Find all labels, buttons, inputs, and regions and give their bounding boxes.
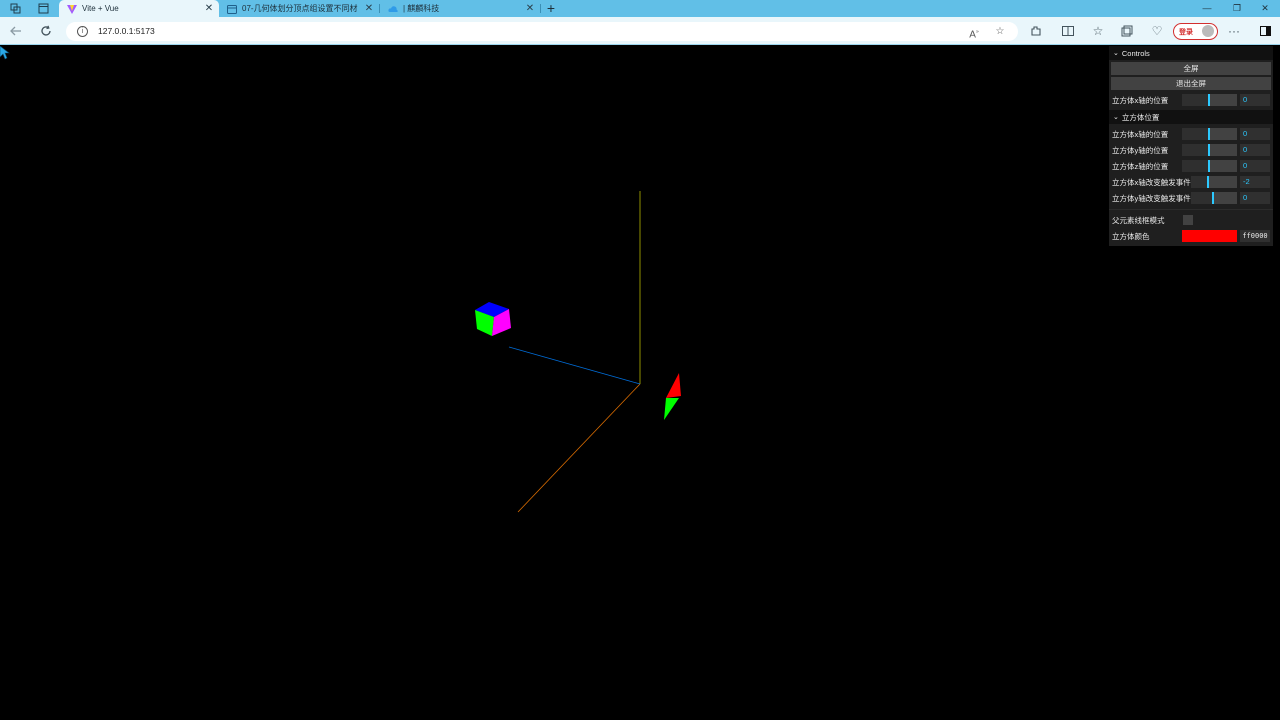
controls-title: Controls <box>1121 48 1150 58</box>
x-axis-line <box>517 383 641 513</box>
more-menu-icon[interactable]: ··· <box>1225 22 1243 40</box>
slider-knob[interactable] <box>1208 94 1210 106</box>
color-swatch[interactable] <box>1182 230 1237 242</box>
webgl-canvas[interactable] <box>0 46 1280 720</box>
cube-mesh[interactable] <box>475 302 511 336</box>
slider-fill <box>1191 192 1213 204</box>
tab-strip: Vite + Vue ✕ 07-几何体划分顶点组设置不同材 ✕ | 麒麟科技 ✕… <box>0 0 1280 17</box>
slider-knob[interactable] <box>1208 160 1210 172</box>
color-hex-input[interactable]: ff0000 <box>1240 230 1270 242</box>
rotated-cube-red-face <box>666 373 681 398</box>
position-slider[interactable] <box>1182 160 1237 172</box>
number-input[interactable]: 0 <box>1240 192 1270 204</box>
row-label: 立方体z轴的位置 <box>1112 161 1169 171</box>
back-arrow-icon[interactable] <box>7 22 25 40</box>
favorite-star-icon[interactable]: ☆ <box>993 25 1007 39</box>
refresh-icon[interactable] <box>37 22 55 40</box>
rotated-cube-green-face <box>664 398 679 420</box>
tab-close-icon[interactable]: ✕ <box>363 3 375 14</box>
controls-title-bar[interactable]: ⌄ Controls <box>1109 46 1273 60</box>
slider-knob[interactable] <box>1208 128 1210 140</box>
cube-x-event-row: 立方体x轴改变触发事件 -2 <box>1109 174 1273 190</box>
tab-close-icon[interactable]: ✕ <box>203 3 215 14</box>
row-label: 立方体y轴改变触发事件 <box>1112 193 1191 203</box>
position-slider[interactable] <box>1182 144 1237 156</box>
number-input[interactable]: -2 <box>1240 176 1270 188</box>
fullscreen-button[interactable]: 全屏 <box>1111 62 1271 75</box>
sidebar-toggle-icon[interactable] <box>1256 22 1274 40</box>
divider <box>1109 206 1273 210</box>
tab-title: 07-几何体划分顶点组设置不同材 <box>242 4 358 13</box>
avatar <box>1202 25 1214 37</box>
cube-x-row: 立方体x轴的位置 0 <box>1109 126 1273 142</box>
browser-toolbar: i 127.0.0.1:5173 A» ☆ ☆ ♡ 登录 ··· <box>0 17 1280 45</box>
cube-y-event-row: 立方体y轴改变触发事件 0 <box>1109 190 1273 206</box>
page-favicon-icon <box>227 4 237 14</box>
number-input[interactable]: 0 <box>1240 94 1270 106</box>
wireframe-checkbox[interactable] <box>1183 215 1193 225</box>
address-url: 127.0.0.1:5173 <box>98 26 155 36</box>
position-slider[interactable] <box>1191 176 1237 188</box>
tab-geometry-article[interactable]: 07-几何体划分顶点组设置不同材 ✕ <box>219 0 379 17</box>
position-slider[interactable] <box>1191 192 1237 204</box>
chevron-down-icon: ⌄ <box>1113 114 1119 121</box>
workspaces-icon[interactable] <box>8 1 22 15</box>
row-label: 父元素线框模式 <box>1112 215 1165 225</box>
position-slider[interactable] <box>1182 128 1237 140</box>
new-tab-button[interactable]: + <box>543 0 559 17</box>
wireframe-row: 父元素线框模式 <box>1109 212 1273 228</box>
row-label: 立方体x轴的位置 <box>1112 95 1169 105</box>
slider-fill <box>1182 128 1209 140</box>
slider-fill <box>1182 144 1209 156</box>
site-info-icon[interactable]: i <box>77 26 88 37</box>
slider-fill <box>1182 160 1209 172</box>
address-bar[interactable]: i 127.0.0.1:5173 A» ☆ <box>66 22 1018 41</box>
read-aloud-icon[interactable]: A» <box>967 25 981 40</box>
restore-icon[interactable]: ❐ <box>1222 0 1252 17</box>
row-label: 立方体y轴的位置 <box>1112 145 1169 155</box>
extensions-icon[interactable] <box>1027 22 1045 40</box>
tab-close-icon[interactable]: ✕ <box>524 3 536 14</box>
cube-y-row: 立方体y轴的位置 0 <box>1109 142 1273 158</box>
favorites-icon[interactable]: ☆ <box>1089 22 1107 40</box>
z-axis-line <box>508 346 641 385</box>
tab-actions-icon[interactable] <box>36 1 50 15</box>
row-label: 立方体x轴改变触发事件 <box>1112 177 1191 187</box>
close-window-icon[interactable]: ✕ <box>1250 0 1280 17</box>
tab-vite-vue[interactable]: Vite + Vue ✕ <box>59 0 219 17</box>
controls-panel: ⌄ Controls 全屏 退出全屏 立方体x轴的位置 0 ⌄ 立方体位置 立方… <box>1109 46 1273 246</box>
top-position-row: 立方体x轴的位置 0 <box>1109 92 1273 108</box>
vite-favicon-icon <box>67 4 77 14</box>
tab-title: Vite + Vue <box>82 4 119 13</box>
tab-title: | 麒麟科技 <box>403 4 440 13</box>
split-screen-icon[interactable] <box>1059 22 1077 40</box>
slider-fill <box>1191 176 1208 188</box>
row-label: 立方体x轴的位置 <box>1112 129 1169 139</box>
mouse-cursor-icon <box>0 46 10 60</box>
exit-fullscreen-button[interactable]: 退出全屏 <box>1111 77 1271 90</box>
tab-divider <box>540 4 541 13</box>
slider-knob[interactable] <box>1212 192 1214 204</box>
minimize-icon[interactable]: — <box>1192 0 1222 17</box>
cube-z-row: 立方体z轴的位置 0 <box>1109 158 1273 174</box>
cube-color-row: 立方体颜色 ff0000 <box>1109 228 1273 244</box>
profile-badge: 登录 <box>1179 29 1193 36</box>
profile-button[interactable]: 登录 <box>1173 23 1218 40</box>
folder-title: 立方体位置 <box>1121 112 1160 122</box>
performance-heart-icon[interactable]: ♡ <box>1148 22 1166 40</box>
position-slider[interactable] <box>1182 94 1237 106</box>
collections-icon[interactable] <box>1118 22 1136 40</box>
row-label: 立方体颜色 <box>1112 231 1150 241</box>
slider-knob[interactable] <box>1207 176 1209 188</box>
slider-fill <box>1182 94 1209 106</box>
tab-qilin[interactable]: | 麒麟科技 ✕ <box>380 0 540 17</box>
cloud-favicon-icon <box>388 4 398 14</box>
number-input[interactable]: 0 <box>1240 128 1270 140</box>
number-input[interactable]: 0 <box>1240 160 1270 172</box>
rotated-cube-mesh[interactable] <box>664 373 681 420</box>
cube-position-folder[interactable]: ⌄ 立方体位置 <box>1109 110 1273 124</box>
slider-knob[interactable] <box>1208 144 1210 156</box>
number-input[interactable]: 0 <box>1240 144 1270 156</box>
chevron-down-icon: ⌄ <box>1113 50 1119 57</box>
